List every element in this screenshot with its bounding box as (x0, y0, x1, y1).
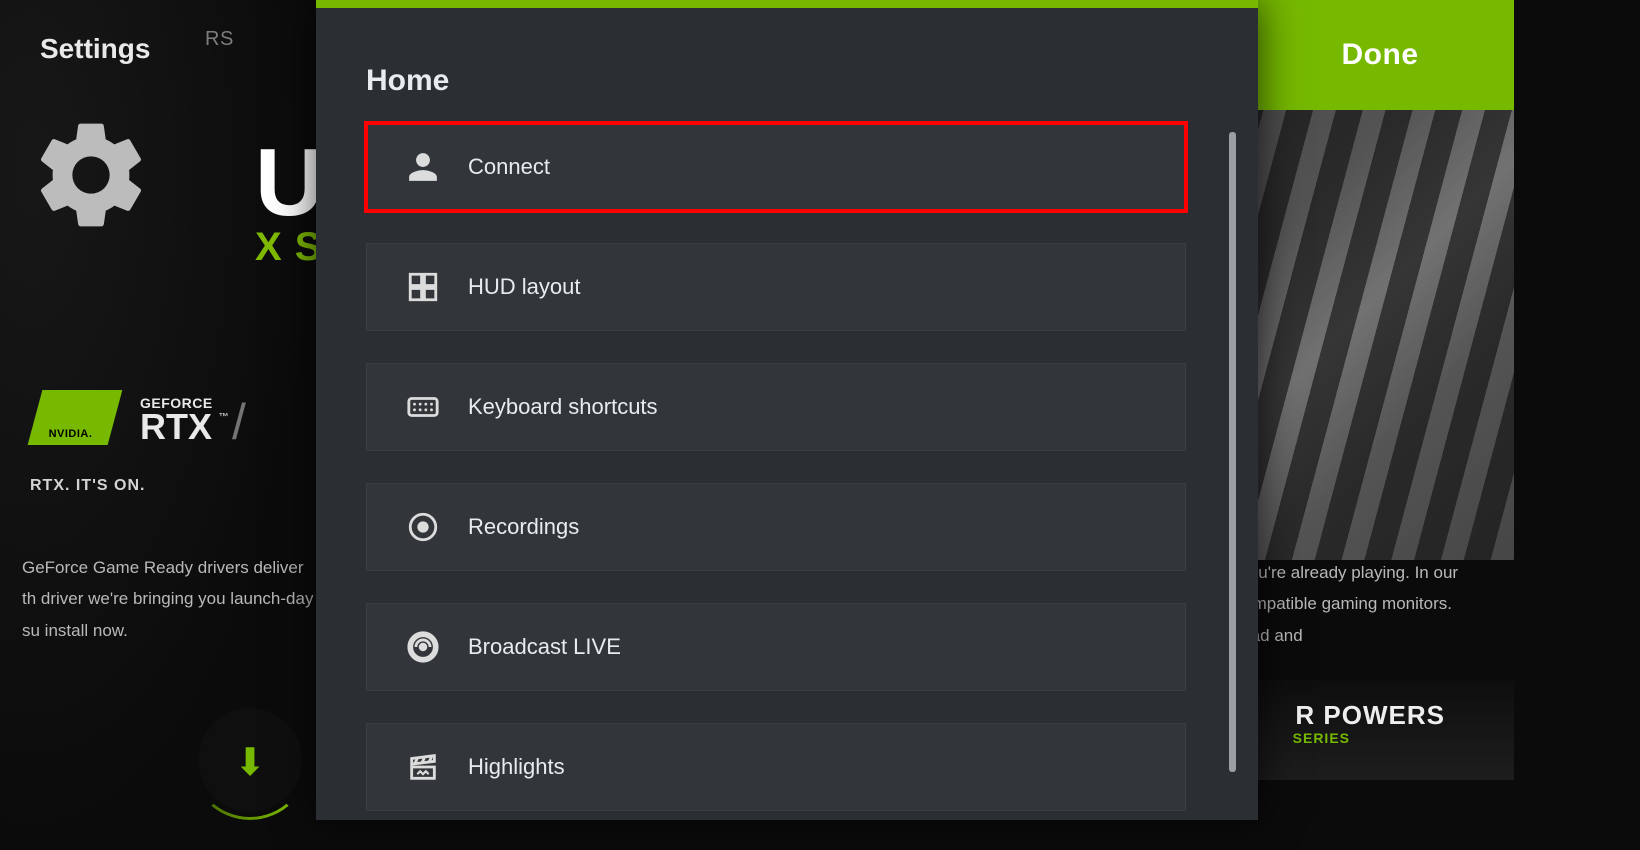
settings-panel: Home Connect HUD layout Keyboard shortcuts… (316, 0, 1258, 820)
clapper-icon (402, 746, 444, 788)
done-button[interactable]: Done (1246, 0, 1514, 110)
layout-icon (402, 266, 444, 308)
rtx-logo-text: GEFORCE RTX™ (140, 395, 213, 443)
settings-item-label: Broadcast LIVE (468, 634, 621, 660)
settings-heading: Settings (40, 33, 150, 65)
settings-item-label: Recordings (468, 514, 579, 540)
powers-title: R POWERS (1295, 700, 1445, 731)
settings-item-hud-layout[interactable]: HUD layout (366, 243, 1186, 331)
settings-item-connect[interactable]: Connect (366, 123, 1186, 211)
settings-item-keyboard-shortcuts[interactable]: Keyboard shortcuts (366, 363, 1186, 451)
panel-accent-bar (316, 0, 1258, 8)
slash-divider: / (232, 393, 246, 451)
gear-icon-large (16, 100, 166, 250)
settings-item-label: Connect (468, 154, 550, 180)
download-button[interactable]: ⬇ (190, 700, 310, 820)
nav-fragment: RS (205, 28, 234, 51)
settings-item-label: Keyboard shortcuts (468, 394, 658, 420)
keyboard-icon (402, 386, 444, 428)
broadcast-icon (402, 626, 444, 668)
person-icon (402, 146, 444, 188)
powers-subtitle: SERIES (1293, 730, 1350, 746)
settings-item-label: Highlights (468, 754, 565, 780)
settings-item-broadcast-live[interactable]: Broadcast LIVE (366, 603, 1186, 691)
driver-description-left: GeForce Game Ready drivers deliver th dr… (22, 552, 322, 646)
panel-title: Home (366, 64, 449, 98)
rtx-tagline: RTX. IT'S ON. (30, 477, 145, 495)
settings-item-highlights[interactable]: Highlights (366, 723, 1186, 811)
settings-item-recordings[interactable]: Recordings (366, 483, 1186, 571)
nvidia-badge: NVIDIA. (28, 390, 123, 445)
download-arrow-icon: ⬇ (234, 740, 266, 785)
settings-item-label: HUD layout (468, 274, 580, 300)
panel-scrollbar[interactable] (1229, 132, 1236, 772)
record-icon (402, 506, 444, 548)
